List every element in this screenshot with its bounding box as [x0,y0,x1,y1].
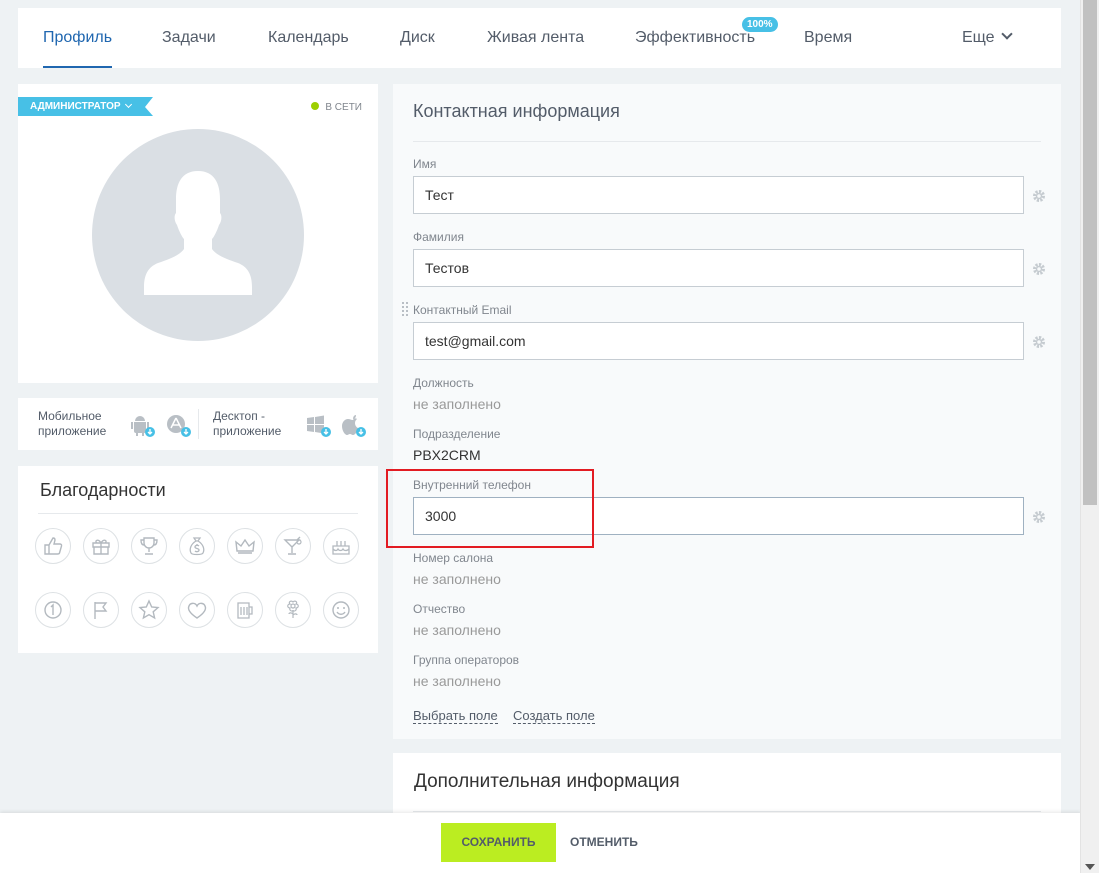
cake-icon[interactable] [323,528,359,564]
cocktail-icon[interactable] [275,528,311,564]
tab-time[interactable]: Время [804,8,852,68]
position-label: Должность [413,376,474,390]
select-field-link[interactable]: Выбрать поле [413,708,498,724]
tab-efficiency[interactable]: Эффективность [635,8,755,68]
online-status-label: В СЕТИ [325,102,362,113]
salon-number-label: Номер салона [413,551,494,565]
divider [38,513,358,514]
position-value: не заполнено [413,396,501,412]
windows-download-icon[interactable] [306,414,332,438]
android-download-icon[interactable] [130,414,156,438]
smile-icon[interactable] [323,592,359,628]
beer-icon[interactable] [227,592,263,628]
thumbs-up-icon[interactable] [35,528,71,564]
user-silhouette-icon [144,171,252,295]
efficiency-badge: 100% [742,17,778,32]
salon-number-value: не заполнено [413,571,501,587]
role-badge-label: АДМИНИСТРАТОР [30,101,121,112]
additional-info-title: Дополнительная информация [414,771,680,792]
highlight-box [386,469,594,548]
gratitude-card: Благодарности [18,466,378,653]
mobile-app-label: Мобильное приложение [38,409,106,439]
profile-card: АДМИНИСТРАТОР В СЕТИ [18,84,378,383]
more-menu[interactable]: Еще [962,8,1013,68]
operator-group-value: не заполнено [413,673,501,689]
crown-icon[interactable] [227,528,263,564]
top-navigation: Профиль Задачи Календарь Диск Живая лент… [18,8,1061,68]
apps-card: Мобильное приложение Десктоп - приложени… [18,398,378,450]
surname-label: Фамилия [413,230,464,244]
mobile-app-label-line1: Мобильное [38,409,102,423]
number-one-icon[interactable] [35,592,71,628]
tab-live-feed[interactable]: Живая лента [487,8,584,68]
patronymic-value: не заполнено [413,622,501,638]
trophy-icon[interactable] [131,528,167,564]
tab-disk[interactable]: Диск [400,8,435,68]
money-bag-icon[interactable] [179,528,215,564]
divider [413,141,1041,142]
role-badge[interactable]: АДМИНИСТРАТОР [18,97,153,116]
drag-handle-icon[interactable] [402,302,408,316]
vertical-scrollbar[interactable] [1080,0,1099,873]
scrollbar-thumb[interactable] [1083,0,1097,505]
save-button[interactable]: СОХРАНИТЬ [441,823,556,862]
cancel-button[interactable]: ОТМЕНИТЬ [570,823,638,862]
tab-profile[interactable]: Профиль [43,8,113,68]
operator-group-label: Группа операторов [413,653,520,667]
apple-download-icon[interactable] [341,414,367,438]
tab-tasks[interactable]: Задачи [162,8,216,68]
desktop-app-label-line1: Десктоп - [213,409,266,423]
gratitude-title: Благодарности [40,480,166,500]
email-label: Контактный Email [413,303,512,317]
chevron-down-icon [124,100,132,109]
star-icon[interactable] [131,592,167,628]
footer-bar: СОХРАНИТЬ ОТМЕНИТЬ [0,813,1081,873]
desktop-app-label-line2: приложение [213,424,282,438]
heart-icon[interactable] [179,592,215,628]
mobile-app-label-line2: приложение [38,424,107,438]
gear-icon[interactable] [1032,335,1046,349]
divider [413,811,1041,812]
gift-icon[interactable] [83,528,119,564]
surname-field[interactable]: Тестов [413,249,1024,287]
online-dot-icon [311,102,320,110]
gear-icon[interactable] [1032,510,1046,524]
department-label: Подразделение [413,427,501,441]
chevron-down-icon [1000,28,1013,40]
name-label: Имя [413,157,437,171]
email-field[interactable]: test@gmail.com [413,322,1024,360]
contact-info-card: Контактная информация Имя Тест Фамилия Т… [393,84,1061,739]
patronymic-label: Отчество [413,602,466,616]
more-label: Еще [962,29,995,46]
appstore-download-icon[interactable] [166,414,192,438]
gear-icon[interactable] [1032,262,1046,276]
tab-calendar[interactable]: Календарь [268,8,349,68]
contact-info-title: Контактная информация [413,101,620,121]
flower-icon[interactable] [275,592,311,628]
name-field[interactable]: Тест [413,176,1024,214]
gear-icon[interactable] [1032,189,1046,203]
flag-icon[interactable] [83,592,119,628]
avatar[interactable] [92,129,304,341]
scroll-down-arrow-icon[interactable] [1085,864,1095,870]
create-field-link[interactable]: Создать поле [513,708,595,724]
desktop-app-label: Десктоп - приложение [213,409,281,439]
online-status: В СЕТИ [311,102,362,113]
department-value: PBX2CRM [413,447,481,463]
divider [198,409,199,439]
